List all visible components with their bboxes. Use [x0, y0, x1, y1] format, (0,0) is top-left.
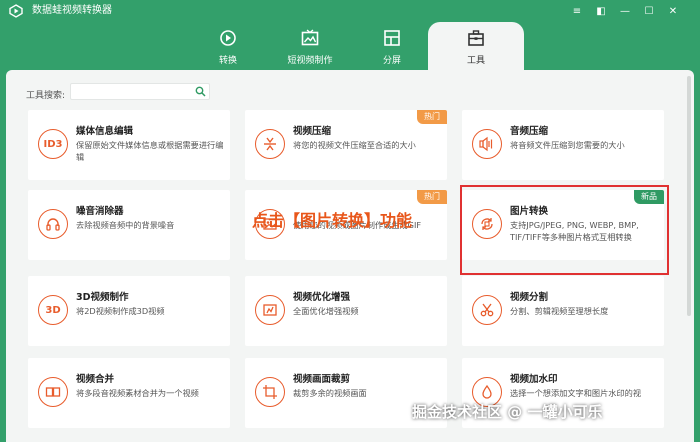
card-title: 噪音消除器: [76, 206, 124, 217]
tool-card-video-merge[interactable]: 视频合并 将多段音视频素材合并为一个视频: [28, 358, 230, 428]
card-title: 3D视频制作: [76, 292, 129, 303]
short-video-icon: [301, 29, 319, 46]
maximize-icon[interactable]: ☐: [640, 2, 658, 20]
card-desc: 将多段音视频素材合并为一个视频: [76, 388, 199, 398]
tab-tools[interactable]: 工具: [428, 22, 524, 70]
noise-remove-icon: [38, 209, 68, 239]
convert-icon: [220, 30, 236, 46]
enhance-icon: [255, 295, 285, 325]
search-label: 工具搜索:: [26, 91, 66, 101]
card-title: 视频加水印: [510, 374, 558, 385]
minimize-icon[interactable]: —: [616, 2, 634, 20]
card-title: 视频优化增强: [293, 292, 351, 303]
tab-label: 工具: [466, 56, 485, 66]
video-compress-icon: [255, 129, 285, 159]
tool-card-noise-remover[interactable]: 噪音消除器 去除视频音频中的背景噪音: [28, 190, 230, 260]
tab-label: 转换: [218, 56, 237, 66]
audio-compress-icon: [472, 129, 502, 159]
card-desc: 保留原始文件媒体信息或根据需要进行编辑: [76, 140, 224, 162]
merge-icon: [38, 377, 68, 407]
tab-label: 短视频制作: [287, 56, 333, 66]
tool-card-audio-compress[interactable]: 音频压缩 将音频文件压缩到您需要的大小: [462, 110, 664, 180]
card-title: 视频画面裁剪: [293, 374, 351, 385]
tool-card-3d-maker[interactable]: 3D 3D视频制作 将2D视频制作成3D视频: [28, 276, 230, 346]
split-screen-icon: [384, 30, 400, 46]
search-field[interactable]: [70, 83, 210, 105]
card-desc: 裁剪多余的视频画面: [293, 388, 367, 398]
card-title: 媒体信息编辑: [76, 126, 134, 137]
card-title: 视频压缩: [293, 126, 332, 137]
title-bar: 数据蛙视频转换器 ≡ ◧ — ☐ ✕: [0, 0, 700, 22]
app-logo-icon: [9, 4, 23, 18]
tab-label: 分屏: [382, 56, 401, 66]
tool-card-media-info[interactable]: ID3 媒体信息编辑 保留原始文件媒体信息或根据需要进行编辑: [28, 110, 230, 180]
card-title: 视频合并: [76, 374, 115, 385]
close-icon[interactable]: ✕: [664, 2, 682, 20]
card-desc: 去除视频音频中的背景噪音: [76, 220, 175, 230]
tool-card-video-compress[interactable]: 视频压缩 将您的视频文件压缩至合适的大小 热门: [245, 110, 447, 180]
toolbox-icon: [468, 30, 484, 46]
watermark-text: 掘金技术社区 @ 一罐小可乐: [412, 403, 603, 421]
hot-badge: 热门: [417, 190, 447, 204]
highlight-box: [460, 185, 669, 275]
crop-icon: [255, 377, 285, 407]
card-desc: 全面优化增强视频: [293, 306, 359, 316]
card-desc: 选择一个想添加文字和图片水印的视: [510, 388, 642, 398]
hot-badge: 热门: [417, 110, 447, 124]
tool-card-video-enhance[interactable]: 视频优化增强 全面优化增强视频: [245, 276, 447, 346]
tab-split-screen[interactable]: 分屏: [344, 26, 440, 70]
search-icon[interactable]: [195, 86, 206, 97]
app-title: 数据蛙视频转换器: [32, 5, 112, 16]
scissors-icon: [472, 295, 502, 325]
card-desc: 将音频文件压缩到您需要的大小: [510, 140, 625, 150]
card-title: 音频压缩: [510, 126, 549, 137]
scrollbar[interactable]: [687, 76, 691, 316]
theme-icon[interactable]: ◧: [592, 2, 610, 20]
id3-icon: ID3: [38, 129, 68, 159]
card-desc: 将您的视频文件压缩至合适的大小: [293, 140, 416, 150]
annotation-text: 点击【图片转换】功能: [252, 211, 413, 230]
card-desc: 分割、剪辑视频至理想长度: [510, 306, 609, 316]
menu-icon[interactable]: ≡: [568, 2, 586, 20]
tool-card-video-split[interactable]: 视频分割 分割、剪辑视频至理想长度: [462, 276, 664, 346]
3d-icon: 3D: [38, 295, 68, 325]
search-input[interactable]: [71, 89, 189, 105]
card-desc: 将2D视频制作成3D视频: [76, 306, 165, 316]
card-title: 视频分割: [510, 292, 549, 303]
